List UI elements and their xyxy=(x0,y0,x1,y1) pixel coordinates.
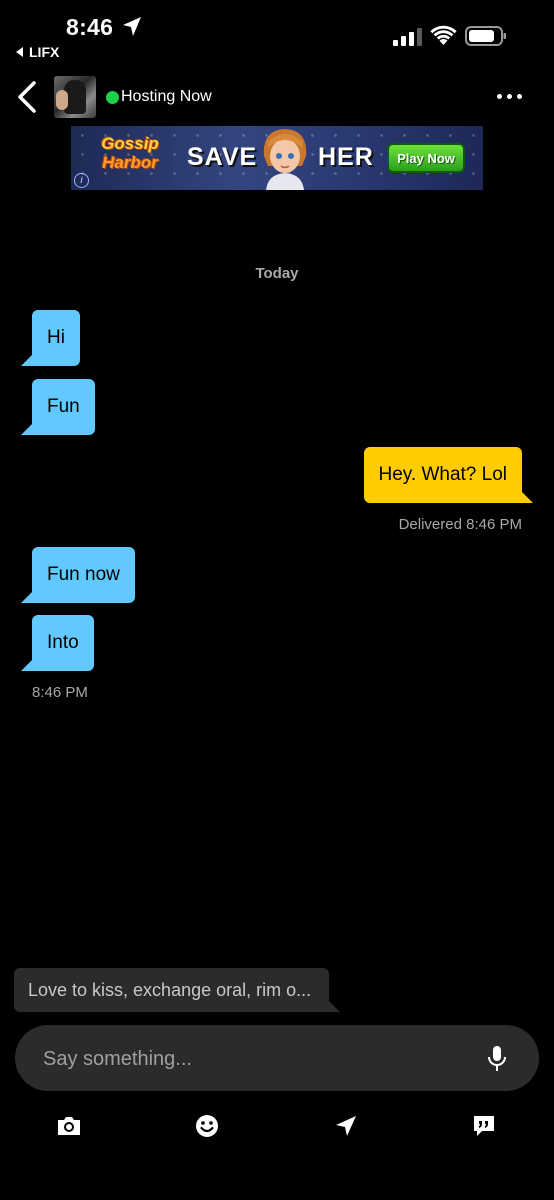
message-composer[interactable] xyxy=(15,1025,539,1093)
ad-game-logo: Gossip Harbor xyxy=(101,134,159,172)
online-status-dot xyxy=(106,91,119,104)
chat-date-separator: Today xyxy=(255,265,299,282)
message-bubble-incoming[interactable]: Fun xyxy=(21,379,95,435)
back-triangle-icon xyxy=(16,47,23,57)
back-chevron-icon[interactable] xyxy=(14,80,40,114)
saved-phrases-icon[interactable] xyxy=(470,1112,498,1140)
ad-headline-save: SAVE xyxy=(187,143,258,171)
ad-play-now-button[interactable]: Play Now xyxy=(387,143,465,173)
ad-character-illustration xyxy=(263,129,307,190)
message-bubble-incoming[interactable]: Hi xyxy=(21,310,80,366)
more-options-icon[interactable] xyxy=(497,94,522,99)
delivery-receipt: Delivered 8:46 PM xyxy=(399,516,522,533)
cellular-signal-icon xyxy=(393,28,422,46)
wifi-icon xyxy=(430,25,457,45)
back-to-app-link[interactable]: LIFX xyxy=(16,44,59,60)
message-bubble-incoming[interactable]: Into xyxy=(21,615,94,671)
back-app-label: LIFX xyxy=(29,44,60,60)
status-time: 8:46 xyxy=(66,14,114,40)
ad-banner[interactable]: Gossip Harbor SAVE HER Play Now i xyxy=(71,126,483,190)
message-bubble-outgoing[interactable]: Hey. What? Lol xyxy=(363,447,534,503)
location-icon[interactable] xyxy=(332,1112,360,1140)
emoji-icon[interactable] xyxy=(193,1112,221,1140)
location-services-icon xyxy=(123,17,141,36)
profile-status-text[interactable]: Hosting Now xyxy=(121,88,212,106)
received-timestamp: 8:46 PM xyxy=(32,684,88,701)
saved-phrase-suggestion[interactable]: Love to kiss, exchange oral, rim o... xyxy=(14,968,340,1012)
ad-headline-her: HER xyxy=(318,143,374,171)
microphone-icon[interactable] xyxy=(485,1045,509,1073)
profile-avatar[interactable] xyxy=(54,76,96,118)
delivered-label: Delivered xyxy=(398,516,462,533)
message-input[interactable] xyxy=(41,1025,465,1093)
delivered-time: 8:46 PM xyxy=(466,516,522,533)
camera-icon[interactable] xyxy=(55,1112,83,1140)
message-bubble-incoming[interactable]: Fun now xyxy=(21,547,135,603)
ad-info-icon[interactable]: i xyxy=(74,173,89,188)
battery-icon xyxy=(465,26,506,46)
